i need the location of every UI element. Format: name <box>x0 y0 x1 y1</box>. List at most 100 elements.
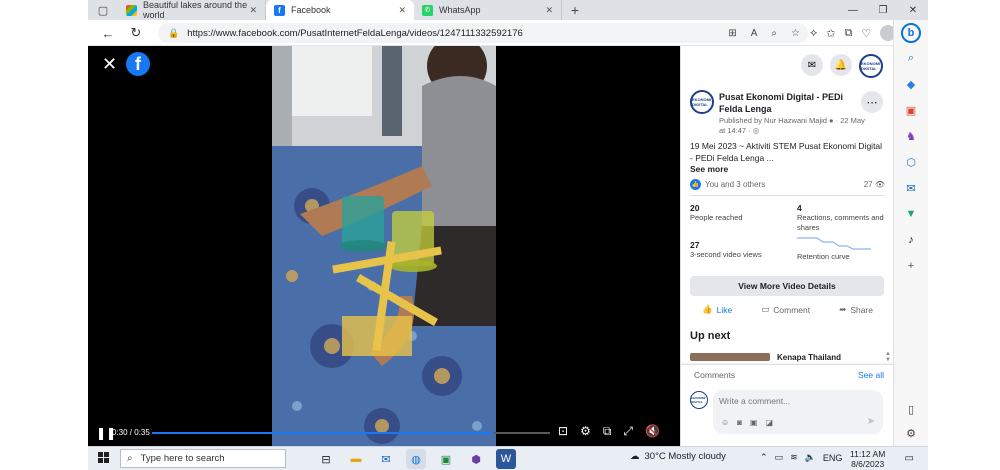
collections-icon[interactable]: ⧉ <box>845 27 853 40</box>
favorite-star-icon[interactable]: ☆ <box>791 28 800 39</box>
taskbar-search[interactable]: ⌕ Type here to search <box>120 449 286 468</box>
notifications-icon[interactable]: ▭ <box>905 453 914 464</box>
close-icon[interactable]: ✕ <box>249 5 257 16</box>
file-explorer-icon[interactable]: ▬ <box>346 449 366 469</box>
see-all-link[interactable]: See all <box>858 370 884 380</box>
browser-essentials-icon[interactable]: ♡ <box>861 27 871 40</box>
tab-label: WhatsApp <box>439 5 481 15</box>
store-icon[interactable]: ▣ <box>436 449 456 469</box>
tab-whatsapp[interactable]: ✆ WhatsApp ✕ <box>414 0 562 20</box>
tools-icon[interactable]: ▣ <box>900 99 922 121</box>
emoji-icon[interactable]: ☺ <box>721 418 729 427</box>
url-text: https://www.facebook.com/PusatInternetFe… <box>187 27 523 39</box>
refresh-icon[interactable]: ↻ <box>122 20 150 46</box>
word-icon[interactable]: W <box>496 449 516 469</box>
reactions-text: You and 3 others <box>705 180 766 189</box>
like-reaction-icon: 👍 <box>690 179 701 190</box>
fullscreen-icon[interactable]: ⤢ <box>623 424 633 439</box>
extensions-icon[interactable]: ⟡ <box>810 27 817 40</box>
camera-icon[interactable]: ◙ <box>737 418 742 427</box>
gif-icon[interactable]: ▣ <box>750 418 758 427</box>
comments-bar: Comments See all <box>681 364 894 386</box>
system-tray: ⌃ ▭ ≋ 🔈 ENG <box>760 452 842 463</box>
video-still-image <box>272 46 496 446</box>
restore-icon[interactable]: ❐ <box>868 0 898 20</box>
sidebar-toggle-icon[interactable]: ▯ <box>900 398 922 420</box>
read-aloud-icon[interactable]: A <box>751 28 758 39</box>
picture-in-picture-icon[interactable]: ⧉ <box>603 424 612 439</box>
address-bar[interactable]: 🔒 https://www.facebook.com/PusatInternet… <box>158 23 808 43</box>
close-icon[interactable]: ✕ <box>545 5 553 16</box>
send-icon[interactable]: ➤ <box>867 416 875 427</box>
taskbar-clock[interactable]: 11:12 AM 8/6/2023 <box>850 449 885 469</box>
shopping-tag-icon[interactable]: ◆ <box>900 73 922 95</box>
zoom-icon[interactable]: ⌕ <box>771 28 777 39</box>
task-view-icon[interactable]: ⊟ <box>316 449 336 469</box>
outlook-icon[interactable]: ✉ <box>900 177 922 199</box>
back-icon[interactable]: ← <box>94 20 122 46</box>
share-button[interactable]: ➦ Share <box>839 304 873 315</box>
comment-button[interactable]: ▭ Comment <box>761 304 810 315</box>
favorites-icon[interactable]: ✩ <box>826 27 835 40</box>
facebook-logo[interactable]: f <box>126 52 150 76</box>
see-more-link[interactable]: See more <box>690 164 728 174</box>
post-actions: 👍 Like ▭ Comment ➦ Share <box>690 304 885 315</box>
retention-sparkline <box>797 237 871 250</box>
language-indicator[interactable]: ENG <box>823 453 843 463</box>
share-arrow-icon: ➦ <box>839 304 847 314</box>
battery-icon[interactable]: ▭ <box>775 452 784 463</box>
page-avatar[interactable]: EKONOMI DIGITAL <box>690 90 714 114</box>
weather-widget[interactable]: ☁ 30°C Mostly cloudy <box>630 451 726 462</box>
like-button[interactable]: 👍 Like <box>702 304 732 315</box>
search-icon[interactable]: ⌕ <box>900 47 922 69</box>
volume-muted-icon[interactable]: 🔇 <box>645 424 660 439</box>
close-window-icon[interactable]: ✕ <box>898 0 928 20</box>
windows-taskbar: ⌕ Type here to search ⊟ ▬ ✉ ◍ ▣ ⬢ W ☁ 30… <box>88 446 928 470</box>
tiktok-icon[interactable]: ♪ <box>900 229 922 251</box>
progress-bar[interactable] <box>152 432 550 434</box>
comment-input[interactable] <box>719 396 869 406</box>
sticker-icon[interactable]: ◪ <box>766 418 774 427</box>
reactions-row[interactable]: 👍 You and 3 others 27 👁 <box>690 179 885 190</box>
new-tab-button[interactable]: + <box>562 0 588 20</box>
video-player[interactable]: ✕ f ❚❚ 0:30 / 0:35 ⊡ ⚙ ⧉ ⤢ 🔇 <box>88 46 680 446</box>
video-time: 0:30 / 0:35 <box>112 428 150 437</box>
next-video-title[interactable]: Kenapa Thailand <box>777 353 841 362</box>
app-available-icon[interactable]: ⊞ <box>728 28 736 39</box>
edge-icon[interactable]: ◍ <box>406 449 426 469</box>
video-frame[interactable] <box>272 46 496 446</box>
messenger-icon[interactable]: ✉ <box>801 54 823 76</box>
close-icon[interactable]: ✕ <box>398 5 406 16</box>
drop-icon[interactable]: ▼ <box>900 203 922 225</box>
whatsapp-icon: ✆ <box>422 4 433 16</box>
office-icon[interactable]: ⬡ <box>900 151 922 173</box>
next-video-thumbnail[interactable] <box>690 353 770 361</box>
captions-icon[interactable]: ⊡ <box>558 424 568 439</box>
minimize-icon[interactable]: — <box>838 0 868 20</box>
add-icon[interactable]: + <box>900 255 922 277</box>
app-icon[interactable]: ⬢ <box>466 449 486 469</box>
chevron-up-icon[interactable]: ⌃ <box>760 452 768 463</box>
stat-retention: Retention curve <box>797 252 850 261</box>
wifi-icon[interactable]: ≋ <box>790 452 798 463</box>
tab-lakes[interactable]: Beautiful lakes around the world ✕ <box>118 0 266 20</box>
tab-facebook[interactable]: f Facebook ✕ <box>266 0 414 20</box>
view-more-details-button[interactable]: View More Video Details <box>690 276 884 296</box>
page-name[interactable]: Pusat Ekonomi Digital - PEDi Felda Lenga <box>719 91 859 115</box>
volume-icon[interactable]: 🔈 <box>805 452 816 463</box>
close-icon[interactable]: ✕ <box>102 54 117 75</box>
comment-box[interactable]: ☺ ◙ ▣ ◪ ➤ <box>713 390 883 434</box>
settings-gear-icon[interactable]: ⚙ <box>580 424 591 439</box>
mail-icon[interactable]: ✉ <box>376 449 396 469</box>
more-options-icon[interactable]: ⋯ <box>861 91 883 113</box>
video-controls: ❚❚ 0:30 / 0:35 ⊡ ⚙ ⧉ ⤢ 🔇 <box>88 420 680 446</box>
tab-actions-icon[interactable]: ▢ <box>88 0 118 20</box>
account-avatar[interactable]: EKONOMI DIGITAL <box>859 54 883 78</box>
games-icon[interactable]: ♞ <box>900 125 922 147</box>
scroll-arrows[interactable]: ▲ ▼ <box>885 351 891 363</box>
bing-chat-icon[interactable]: b <box>901 23 921 43</box>
windows-start-icon[interactable] <box>98 452 110 464</box>
post-description: 19 Mei 2023 ~ Aktiviti STEM Pusat Ekonom… <box>690 141 883 163</box>
sidebar-settings-icon[interactable]: ⚙ <box>900 422 922 444</box>
notifications-bell-icon[interactable]: 🔔 <box>830 54 852 76</box>
